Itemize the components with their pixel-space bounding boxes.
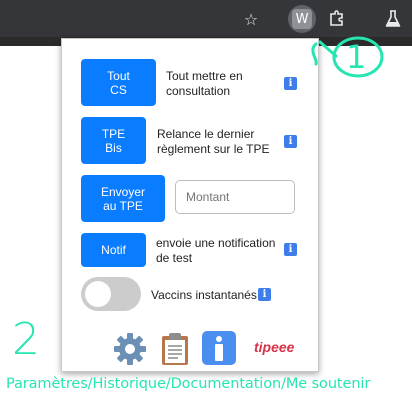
tout-cs-description: Tout mettre en consultation bbox=[166, 69, 243, 98]
flask-icon[interactable] bbox=[380, 6, 406, 32]
info-icon[interactable]: i bbox=[284, 135, 297, 148]
vaccins-toggle[interactable] bbox=[81, 277, 141, 311]
tpe-bis-description: Relance le dernier règlement sur le TPE bbox=[157, 127, 270, 156]
info-icon[interactable]: i bbox=[258, 288, 271, 301]
envoyer-au-tpe-button[interactable]: Envoyer au TPE bbox=[81, 175, 165, 222]
star-icon[interactable]: ☆ bbox=[238, 6, 264, 32]
toggle-knob bbox=[85, 281, 111, 307]
extension-badge: W bbox=[292, 9, 312, 29]
extension-popup: Tout CS Tout mettre en consultation i TP… bbox=[61, 38, 319, 372]
tout-cs-button[interactable]: Tout CS bbox=[81, 59, 156, 106]
tipeee-logo[interactable]: tipeee bbox=[254, 339, 294, 355]
tpe-bis-button[interactable]: TPE Bis bbox=[81, 117, 146, 164]
notif-description: envoie une notification de test bbox=[156, 236, 276, 265]
info-icon[interactable]: i bbox=[284, 77, 297, 90]
extension-button[interactable]: W bbox=[288, 5, 316, 33]
browser-toolbar: ☆ W bbox=[0, 0, 412, 37]
amount-input[interactable] bbox=[175, 180, 295, 214]
annotation-marker-2: 2 bbox=[12, 314, 40, 365]
annotation-caption: Paramètres/Historique/Documentation/Me s… bbox=[6, 376, 371, 392]
vaccins-label: Vaccins instantanés bbox=[151, 288, 257, 302]
info-icon[interactable]: i bbox=[284, 243, 297, 256]
settings-gear-icon[interactable] bbox=[112, 331, 148, 367]
annotation-marker-1: 1 bbox=[346, 38, 367, 76]
clipboard-history-icon[interactable] bbox=[158, 331, 192, 367]
information-icon[interactable] bbox=[200, 329, 238, 367]
notif-button[interactable]: Notif bbox=[81, 233, 146, 267]
puzzle-icon[interactable] bbox=[324, 6, 350, 32]
